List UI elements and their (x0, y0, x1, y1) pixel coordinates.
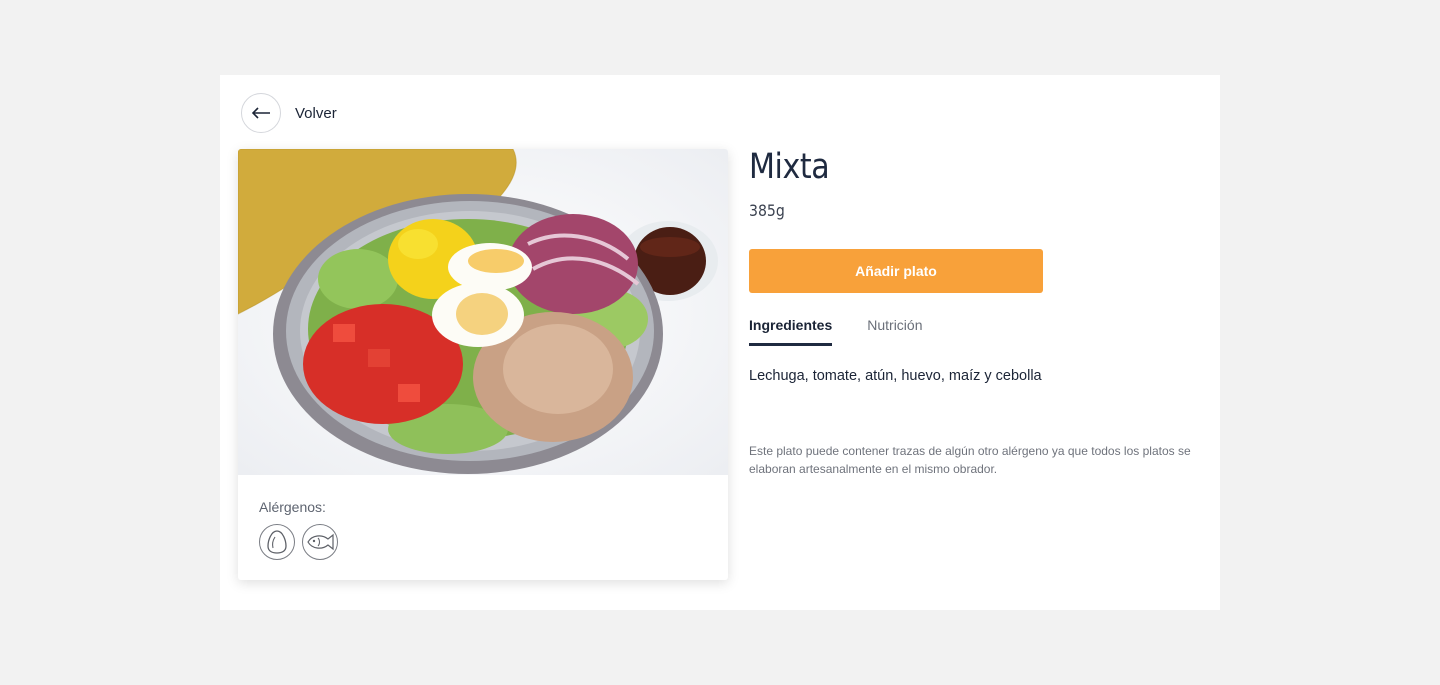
dish-media-card: Alérgenos: (238, 149, 728, 580)
dish-detail-card: Volver Alérgenos: Mixta 385g Añadir plat… (220, 75, 1220, 610)
dish-details: Mixta 385g Añadir plato Ingredientes Nut… (749, 145, 1209, 476)
allergen-disclaimer: Este plato puede contener trazas de algú… (749, 444, 1191, 476)
back-circle[interactable] (241, 93, 281, 133)
add-dish-button[interactable]: Añadir plato (749, 249, 1043, 293)
dish-weight: 385g (749, 201, 785, 220)
dish-photo (238, 149, 728, 475)
allergens-title: Alérgenos: (259, 499, 326, 515)
tab-nutricion[interactable]: Nutrición (867, 317, 922, 346)
allergen-icons (259, 524, 338, 560)
ingredients-text: Lechuga, tomate, atún, huevo, maíz y ceb… (749, 368, 1042, 384)
fish-icon (302, 524, 338, 560)
dish-name: Mixta (749, 147, 830, 187)
back-button[interactable]: Volver (241, 93, 337, 133)
back-label[interactable]: Volver (295, 105, 337, 122)
egg-icon (259, 524, 295, 560)
tab-ingredientes[interactable]: Ingredientes (749, 317, 833, 346)
arrow-left-icon (251, 107, 270, 119)
info-tabs: Ingredientes Nutrición (749, 317, 923, 346)
